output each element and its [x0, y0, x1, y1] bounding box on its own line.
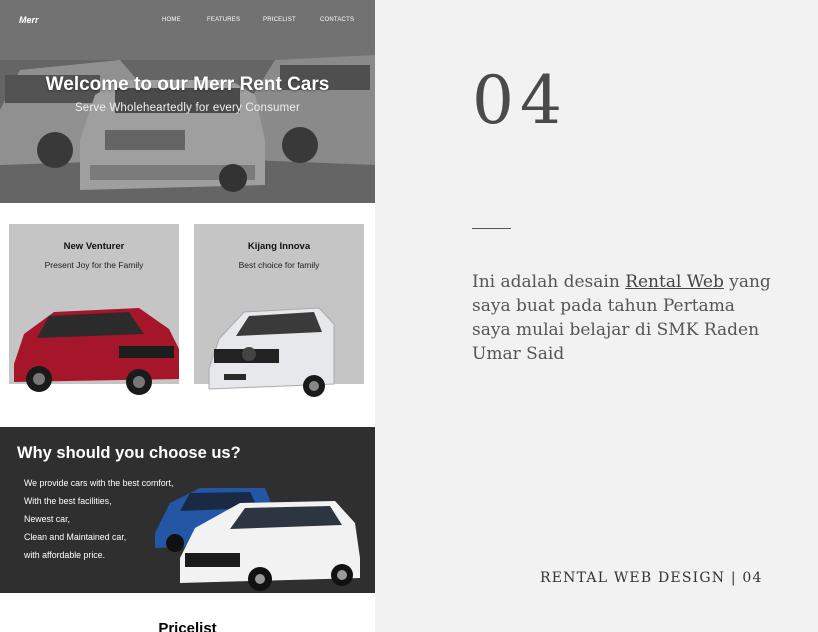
- why-reason: with affordable price.: [24, 550, 106, 560]
- description-text: Ini adalah desain: [472, 272, 626, 292]
- car-card-subtitle: Present Joy for the Family: [44, 260, 144, 270]
- website-mockup: Merr HOME FEATURES PRICELIST CONTACTS We…: [0, 0, 375, 632]
- car-card-new-venturer[interactable]: New Venturer Present Joy for the Family: [9, 224, 179, 395]
- nav-features[interactable]: FEATURES: [207, 17, 240, 23]
- divider-line: [472, 228, 511, 229]
- pricelist-heading: Pricelist: [158, 620, 217, 632]
- why-title: Why should you choose us?: [17, 444, 241, 462]
- why-reason: Clean and Maintained car,: [24, 532, 127, 542]
- hero-title: Welcome to our Merr Rent Cars: [45, 74, 330, 95]
- why-choose-us-section: Why should you choose us? We provide car…: [0, 427, 375, 593]
- car-card-title: Kijang Innova: [247, 241, 311, 252]
- footer-label: RENTAL WEB DESIGN | 04: [540, 570, 763, 586]
- nav-pricelist[interactable]: PRICELIST: [263, 17, 296, 23]
- project-description: Ini adalah desain Rental Web yang saya b…: [472, 270, 772, 366]
- red-car-image: [14, 308, 179, 395]
- car-card-subtitle: Best choice for family: [238, 260, 320, 270]
- silver-car-image: [208, 307, 335, 397]
- slide-number: 04: [472, 62, 568, 139]
- hero-section: Merr HOME FEATURES PRICELIST CONTACTS We…: [0, 0, 375, 203]
- nav-home[interactable]: HOME: [162, 17, 181, 23]
- nav-contacts[interactable]: CONTACTS: [320, 17, 354, 23]
- site-logo[interactable]: Merr: [19, 15, 39, 25]
- car-card-kijang-innova[interactable]: Kijang Innova Best choice for family: [194, 224, 364, 397]
- why-cars-image: [155, 488, 360, 591]
- why-reason: Newest car,: [24, 514, 70, 524]
- hero-subtitle: Serve Wholeheartedly for every Consumer: [74, 102, 301, 114]
- rental-web-link[interactable]: Rental Web: [625, 272, 724, 292]
- car-card-title: New Venturer: [63, 241, 125, 252]
- why-reason: With the best facilities,: [24, 496, 112, 506]
